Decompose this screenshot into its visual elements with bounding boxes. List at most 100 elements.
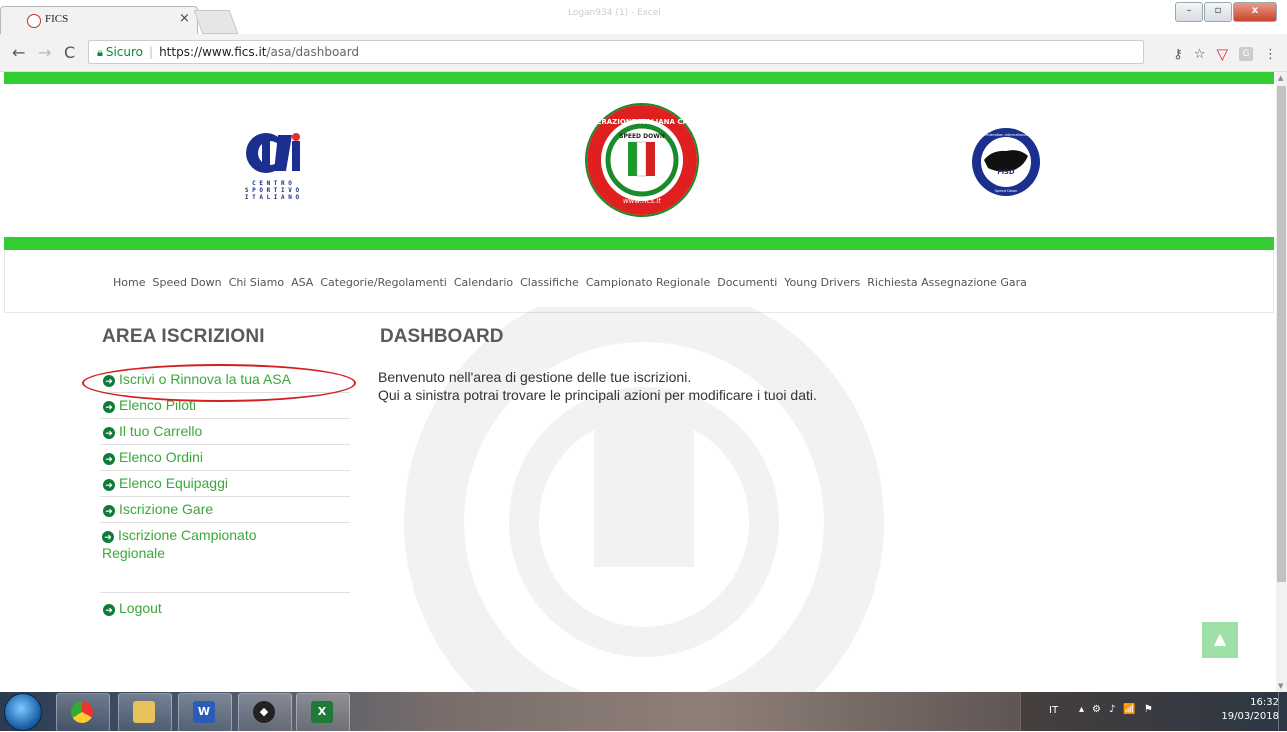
scroll-down-icon[interactable]: ▼	[1278, 682, 1283, 690]
tab-title: FICS	[45, 13, 69, 25]
sidebar-link-elenco-equipaggi[interactable]: ➜ Elenco Equipaggi	[100, 471, 350, 497]
welcome-line-1: Benvenuto nell'area di gestione delle tu…	[378, 369, 692, 385]
lock-icon: 🔒︎	[97, 46, 103, 59]
windows-taskbar: W ◆ X IT ▴⚙♪📶⚑ 16:32 19/03/2018	[0, 692, 1287, 732]
reload-icon[interactable]: C	[64, 43, 75, 62]
page-scrollbar[interactable]: ▲ ▼	[1276, 72, 1287, 692]
csi-text-2: S P O R T I V O	[245, 187, 300, 194]
nav-calendario[interactable]: Calendario	[454, 276, 513, 289]
top-green-bar	[4, 72, 1274, 84]
taskbar-inkscape[interactable]: ◆	[238, 693, 292, 732]
clock[interactable]: 16:32 19/03/2018	[1221, 696, 1279, 724]
menu-dots-icon[interactable]: ⋮	[1264, 47, 1277, 62]
nav-home[interactable]: Home	[113, 276, 145, 289]
site-header: C E N T R O S P O R T I V O I T A L I A …	[4, 84, 1274, 237]
address-bar-row: ← → C 🔒︎ Sicuro | https://www.fics.it/asa/d…	[0, 34, 1287, 72]
csi-text-3: I T A L I A N O	[245, 194, 300, 201]
browser-toolbar-icons: ⚷ ☆ ▽ G ⋮	[1173, 45, 1277, 63]
url-host: https://www.fics.it	[159, 45, 267, 59]
nav-asa[interactable]: ASA	[291, 276, 313, 289]
show-desktop-button[interactable]	[1278, 692, 1287, 731]
arrow-circle-icon: ➜	[103, 453, 115, 465]
nav-documenti[interactable]: Documenti	[717, 276, 777, 289]
red-annotation-ellipse	[82, 364, 356, 402]
sidebar-link-logout[interactable]: ➜ Logout	[100, 596, 350, 621]
sidebar-divider	[100, 566, 350, 593]
close-window-button[interactable]: x	[1233, 2, 1277, 22]
nav-classifiche[interactable]: Classifiche	[520, 276, 579, 289]
fics-logo[interactable]: FEDERAZIONE ITALIANA CARTS SPEED DOWN ww…	[583, 102, 701, 218]
arrow-circle-icon: ➜	[103, 401, 115, 413]
language-indicator[interactable]: IT	[1049, 705, 1058, 716]
browser-tab[interactable]: FICS ×	[0, 6, 198, 35]
nav-campionato-regionale[interactable]: Campionato Regionale	[586, 276, 710, 289]
key-icon[interactable]: ⚷	[1173, 47, 1183, 62]
nav-richiesta-assegnazione[interactable]: Richiesta Assegnazione Gara	[867, 276, 1027, 289]
main-navbar: Home Speed Down Chi Siamo ASA Categorie/…	[4, 250, 1274, 313]
sidebar-link-carrello[interactable]: ➜ Il tuo Carrello	[100, 419, 350, 445]
header-bottom-green-bar	[4, 237, 1274, 250]
url-path: /asa/dashboard	[266, 45, 360, 59]
csi-text-1: C E N T R O	[252, 180, 292, 187]
csi-logo[interactable]: C E N T R O S P O R T I V O I T A L I A …	[240, 131, 304, 211]
sidebar-link-iscrizione-gare[interactable]: ➜ Iscrizione Gare	[100, 497, 350, 523]
sidebar-link-label: Elenco Ordini	[119, 449, 204, 465]
main-content: DASHBOARD Benvenuto nell'area di gestion…	[378, 326, 817, 404]
fisd-ring-top: Federation International	[984, 133, 1027, 137]
taskbar-file-explorer[interactable]	[118, 693, 172, 732]
tab-close-icon[interactable]: ×	[179, 11, 190, 26]
new-tab-button[interactable]	[193, 10, 239, 34]
url-input[interactable]: 🔒︎ Sicuro | https://www.fics.it/asa/dashboa…	[88, 40, 1144, 64]
fisd-text: FISD	[998, 168, 1016, 176]
clock-time: 16:32	[1250, 697, 1279, 708]
fics-url-text: www.fics.it	[623, 197, 661, 205]
nav-young-drivers[interactable]: Young Drivers	[784, 276, 860, 289]
back-arrow-icon[interactable]: ←	[12, 43, 25, 62]
sidebar-link-campionato-regionale[interactable]: ➜ Iscrizione Campionato Regionale	[100, 523, 294, 566]
star-icon[interactable]: ☆	[1194, 47, 1206, 62]
nav-categorie[interactable]: Categorie/Regolamenti	[320, 276, 447, 289]
sidebar-link-elenco-ordini[interactable]: ➜ Elenco Ordini	[100, 445, 350, 471]
g-extension-icon[interactable]: G	[1239, 47, 1253, 61]
nav-chi-siamo[interactable]: Chi Siamo	[229, 276, 284, 289]
taskbar-chrome[interactable]	[56, 693, 110, 732]
tray-icons[interactable]: ▴⚙♪📶⚑	[1079, 704, 1161, 715]
fics-inner-text: SPEED DOWN	[619, 133, 665, 140]
favicon-icon	[27, 14, 41, 28]
welcome-line-2: Qui a sinistra potrai trovare le princip…	[378, 387, 817, 403]
taskbar-excel[interactable]: X	[296, 693, 350, 732]
minimize-button[interactable]: –	[1175, 2, 1203, 22]
sidebar-link-label: Iscrizione Gare	[119, 501, 214, 517]
clock-date: 19/03/2018	[1221, 711, 1279, 722]
arrow-circle-icon: ➜	[103, 427, 115, 439]
arrow-circle-icon: ➜	[103, 505, 115, 517]
system-tray: IT ▴⚙♪📶⚑ 16:32 19/03/2018	[1020, 692, 1287, 731]
arrow-circle-icon: ➜	[103, 604, 115, 616]
scrollbar-thumb[interactable]	[1277, 86, 1286, 582]
start-button[interactable]	[4, 693, 42, 731]
scroll-up-icon[interactable]: ▲	[1278, 74, 1283, 82]
nav-items: Home Speed Down Chi Siamo ASA Categorie/…	[113, 276, 1034, 289]
chrome-icon	[71, 701, 93, 723]
scroll-to-top-button[interactable]: ▲	[1202, 622, 1238, 658]
word-icon: W	[193, 701, 215, 723]
fisd-logo[interactable]: FISD Federation International Speed Down	[970, 126, 1042, 198]
excel-icon: X	[311, 701, 333, 723]
browser-tab-strip: FICS × Logan934 (1) - Excel – ▫ x	[0, 0, 1287, 35]
url-separator: |	[149, 45, 154, 59]
window-title: Logan934 (1) - Excel	[568, 8, 661, 18]
arrow-circle-icon: ➜	[103, 479, 115, 491]
forward-arrow-icon[interactable]: →	[38, 43, 51, 62]
arrow-circle-icon: ➜	[102, 531, 114, 543]
restore-button[interactable]: ▫	[1204, 2, 1232, 22]
web-page: C E N T R O S P O R T I V O I T A L I A …	[4, 72, 1274, 692]
sidebar-link-label: Logout	[119, 600, 162, 616]
nav-speed-down[interactable]: Speed Down	[152, 276, 221, 289]
inkscape-icon: ◆	[253, 701, 275, 723]
page-title: DASHBOARD	[380, 326, 504, 347]
sidebar-link-label: Elenco Equipaggi	[119, 475, 228, 491]
folder-icon	[133, 701, 155, 723]
sidebar-title: AREA ISCRIZIONI	[102, 326, 265, 347]
shield-extension-icon[interactable]: ▽	[1216, 45, 1228, 63]
taskbar-word[interactable]: W	[178, 693, 232, 732]
